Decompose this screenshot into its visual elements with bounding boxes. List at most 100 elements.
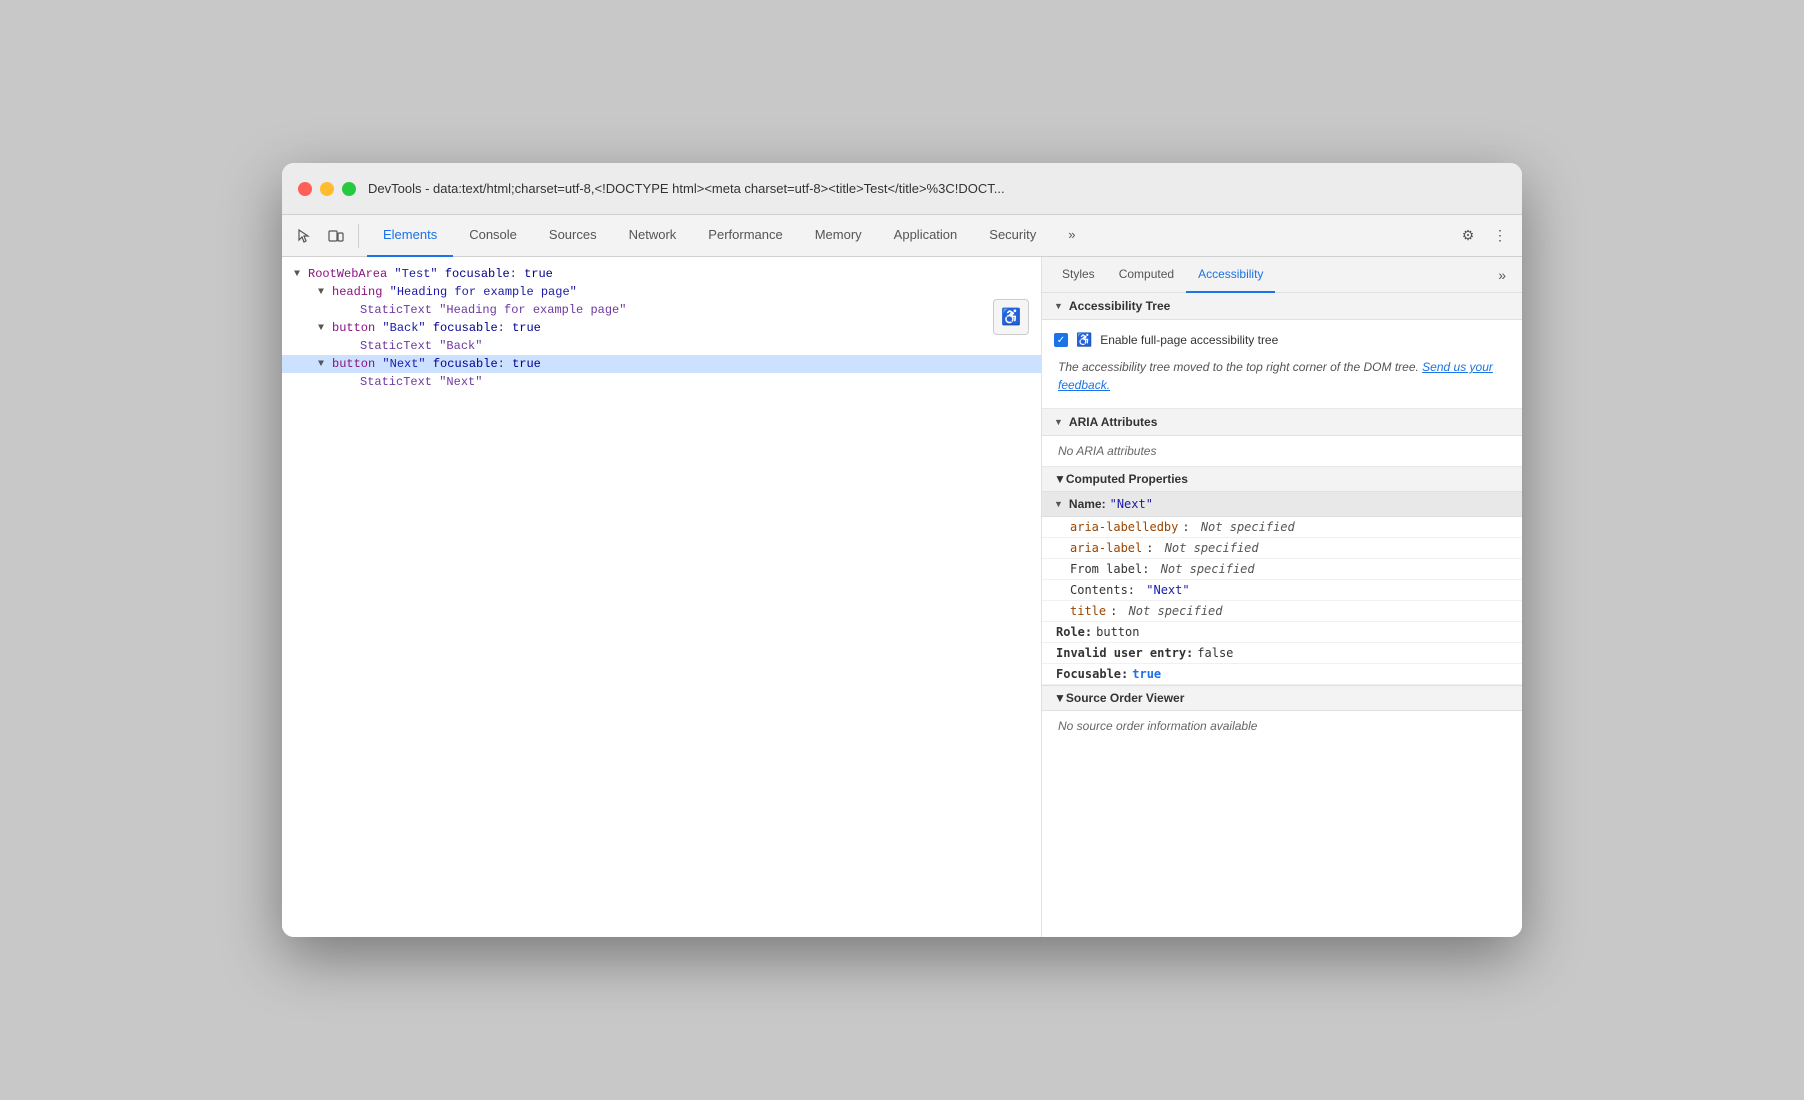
tab-sources[interactable]: Sources [533,215,613,257]
tab-more[interactable]: » [1052,215,1091,257]
accessibility-icon: ♿ [1076,332,1092,348]
prop-value-title: Not specified [1121,604,1222,618]
prop-row-contents: Contents : "Next" [1042,580,1522,601]
node-type-button-back: button [332,321,375,335]
prop-row-title: title : Not specified [1042,601,1522,622]
triangle-computed-props: ▼ [1054,472,1066,486]
triangle-aria: ▼ [1054,417,1063,427]
section-header-aria[interactable]: ▼ ARIA Attributes [1042,409,1522,436]
devtools-window: DevTools - data:text/html;charset=utf-8,… [282,163,1522,937]
prop-value-aria-labelledby: Not specified [1194,520,1295,534]
prop-label-focusable: Focusable: [1056,667,1128,681]
tab-performance[interactable]: Performance [692,215,798,257]
node-attr-value-rootwebarea: "Test" [394,267,437,281]
node-keyword-focusable1: focusable [445,267,510,281]
dom-panel[interactable]: RootWebArea "Test" focusable : true head… [282,257,1042,937]
prop-label-invalid: Invalid user entry: [1056,646,1193,660]
dom-row-rootwebarea[interactable]: RootWebArea "Test" focusable : true [282,265,1041,283]
node-type-rootwebarea: RootWebArea [308,267,387,281]
node-type-button-next: button [332,357,375,371]
maximize-button[interactable] [342,182,356,196]
node-text-statictext1: StaticText [360,303,432,317]
tab-computed[interactable]: Computed [1107,257,1186,293]
device-toggle-button[interactable] [322,222,350,250]
triangle-accessibility-tree: ▼ [1054,301,1063,311]
prop-name-aria-labelledby: aria-labelledby [1070,520,1178,534]
prop-row-focusable: Focusable: true [1042,664,1522,685]
prop-row-from-label: From label : Not specified [1042,559,1522,580]
prop-value-focusable: true [1132,667,1161,681]
triangle-next[interactable] [318,359,332,370]
sub-tab-more[interactable]: » [1490,267,1514,283]
main-content: RootWebArea "Test" focusable : true head… [282,257,1522,937]
section-label-accessibility-tree: Accessibility Tree [1069,299,1170,313]
prop-name-from-label: From label [1070,562,1142,576]
close-button[interactable] [298,182,312,196]
traffic-lights [298,182,356,196]
info-text: The accessibility tree moved to the top … [1054,352,1510,400]
enable-checkbox[interactable]: ✓ [1054,333,1068,347]
tab-bar: Elements Console Sources Network Perform… [367,215,1450,256]
tab-console[interactable]: Console [453,215,533,257]
node-text-value1: "Heading for example page" [439,303,626,317]
tab-network[interactable]: Network [613,215,693,257]
name-label: Name: [1069,497,1106,511]
tab-application[interactable]: Application [878,215,974,257]
aria-section: No ARIA attributes [1042,436,1522,467]
enable-row: ✓ ♿ Enable full-page accessibility tree [1054,328,1510,352]
node-text-statictext3: StaticText [360,375,432,389]
dom-row-statictext-next[interactable]: StaticText "Next" [282,373,1041,391]
triangle-source-order: ▼ [1054,691,1066,705]
section-label-computed-props: Computed Properties [1066,472,1188,486]
accessibility-tree-button[interactable]: ♿ [993,299,1029,335]
title-bar: DevTools - data:text/html;charset=utf-8,… [282,163,1522,215]
prop-name-title: title [1070,604,1106,618]
computed-name-row[interactable]: ▼ Name: "Next" [1042,492,1522,517]
dom-row-heading[interactable]: heading "Heading for example page" [282,283,1041,301]
section-header-source-order[interactable]: ▼ Source Order Viewer [1042,685,1522,711]
dom-row-statictext-back[interactable]: StaticText "Back" [282,337,1041,355]
dom-row-button-next[interactable]: button "Next" focusable : true [282,355,1041,373]
dom-row-statictext-heading[interactable]: StaticText "Heading for example page" [282,301,1041,319]
settings-button[interactable]: ⚙ [1454,222,1482,250]
toolbar-divider [358,224,359,248]
node-text-value3: "Next" [439,375,482,389]
no-source-text: No source order information available [1042,711,1522,741]
prop-value-role: button [1096,625,1139,639]
section-body-accessibility-tree: ✓ ♿ Enable full-page accessibility tree … [1042,320,1522,409]
right-panel: Styles Computed Accessibility » ▼ Access… [1042,257,1522,937]
prop-row-aria-label: aria-label : Not specified [1042,538,1522,559]
node-attr-value-back: "Back" [382,321,425,335]
prop-label-role: Role: [1056,625,1092,639]
tab-security[interactable]: Security [973,215,1052,257]
name-value: "Next" [1110,497,1153,511]
tab-elements[interactable]: Elements [367,215,453,257]
node-keyword-true1: true [524,267,553,281]
prop-value-invalid: false [1197,646,1233,660]
node-text-statictext2: StaticText [360,339,432,353]
minimize-button[interactable] [320,182,334,196]
accessibility-content: ▼ Accessibility Tree ✓ ♿ Enable full-pag… [1042,293,1522,937]
prop-row-aria-labelledby: aria-labelledby : Not specified [1042,517,1522,538]
inspect-element-button[interactable] [290,222,318,250]
tab-accessibility[interactable]: Accessibility [1186,257,1275,293]
tab-memory[interactable]: Memory [799,215,878,257]
triangle-back[interactable] [318,323,332,334]
node-keyword-focusable2: focusable [433,321,498,335]
more-options-button[interactable]: ⋮ [1486,222,1514,250]
section-header-computed-props[interactable]: ▼ Computed Properties [1042,467,1522,492]
dom-row-button-back[interactable]: button "Back" focusable : true [282,319,1041,337]
triangle-heading[interactable] [318,287,332,298]
node-type-heading: heading [332,285,382,299]
prop-row-invalid: Invalid user entry: false [1042,643,1522,664]
triangle-rootwebarea[interactable] [294,269,308,280]
prop-value-aria-label: Not specified [1157,541,1258,555]
tab-styles[interactable]: Styles [1050,257,1107,293]
window-title: DevTools - data:text/html;charset=utf-8,… [368,181,1506,196]
sub-tab-bar: Styles Computed Accessibility » [1042,257,1522,293]
section-header-accessibility-tree[interactable]: ▼ Accessibility Tree [1042,293,1522,320]
toolbar-actions: ⚙ ⋮ [1454,222,1514,250]
info-text-content: The accessibility tree moved to the top … [1058,360,1419,374]
device-icon [328,228,344,244]
node-attr-value-heading: "Heading for example page" [390,285,577,299]
